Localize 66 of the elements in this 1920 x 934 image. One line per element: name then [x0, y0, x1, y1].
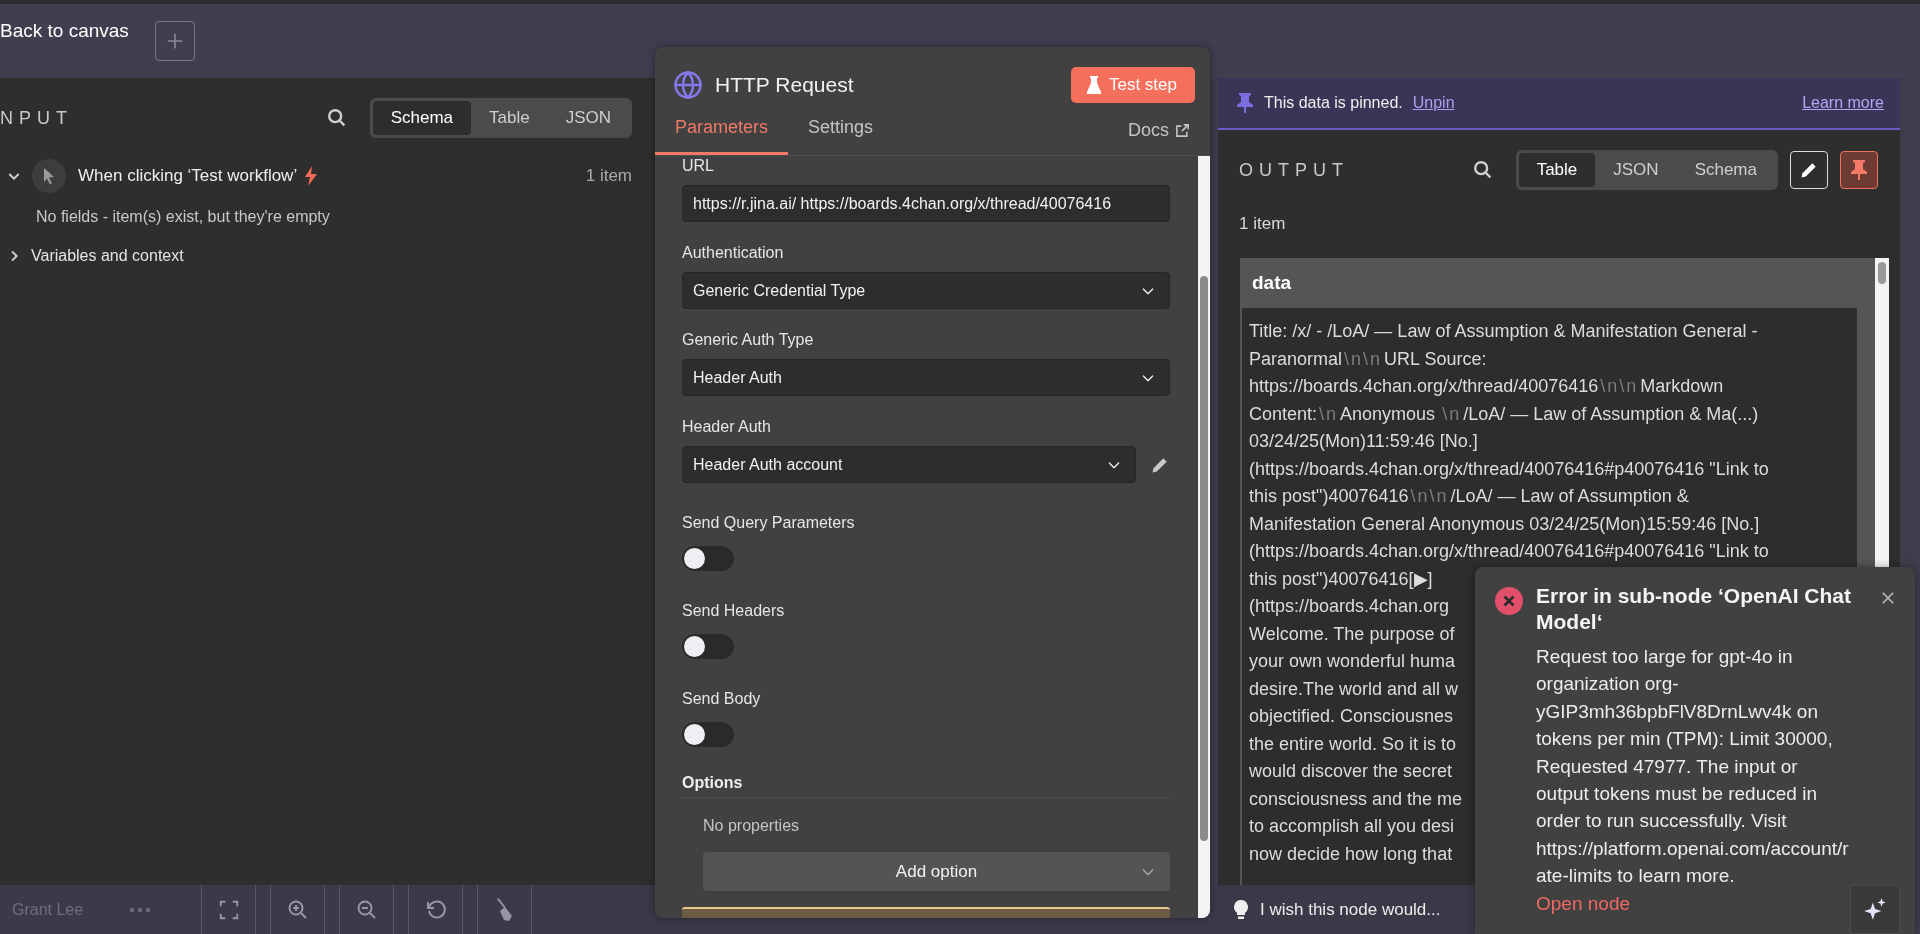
- view-tab[interactable]: Schema: [1676, 153, 1775, 187]
- node-name: When clicking ‘Test workflow’: [78, 166, 298, 186]
- url-field[interactable]: https://r.jina.ai/ https://boards.4chan.org/x/thread/40076416: [682, 185, 1170, 222]
- field-label: Header Auth: [682, 417, 772, 437]
- pin-icon: [1236, 93, 1254, 113]
- search-icon[interactable]: [1471, 159, 1494, 181]
- section-label[interactable]: Variables and context: [31, 247, 184, 265]
- open-node-link[interactable]: Open node: [1536, 889, 1631, 917]
- field-label: Generic Auth Type: [682, 330, 815, 350]
- field-label: Send Query Parameters: [682, 513, 856, 533]
- search-icon[interactable]: [325, 107, 348, 129]
- add-option-button[interactable]: Add option: [703, 852, 1170, 891]
- column-header: data: [1251, 271, 1293, 295]
- lightbulb-icon: [1234, 899, 1248, 920]
- back-link[interactable]: Back to canvas: [0, 20, 129, 42]
- panel-title: OUTPUT: [1239, 159, 1349, 181]
- docs-link[interactable]: Docs: [1128, 120, 1190, 155]
- item-count: 1 item: [585, 166, 632, 186]
- select-field[interactable]: Generic Credential Type: [682, 272, 1170, 309]
- globe-icon: [673, 70, 703, 100]
- section-label: Options: [682, 774, 1170, 798]
- toggle-switch[interactable]: [682, 546, 734, 571]
- broom-button[interactable]: [477, 885, 533, 934]
- unpin-link[interactable]: Unpin: [1412, 94, 1455, 112]
- view-tab[interactable]: Table: [471, 101, 548, 135]
- lightning-icon: [305, 166, 318, 186]
- feedback-prompt[interactable]: I wish this node would...: [1260, 899, 1441, 920]
- field-label: Authentication: [682, 243, 785, 263]
- error-title: Error in sub-node ‘OpenAI Chat Model‘: [1536, 583, 1852, 635]
- view-tab[interactable]: JSON: [547, 101, 629, 135]
- more-icon: [129, 905, 152, 914]
- empty-message: No fields - item(s) exist, but they're empty: [36, 208, 331, 226]
- reset-button[interactable]: [408, 885, 464, 934]
- field-label: URL: [682, 156, 715, 176]
- panel-title: NPUT: [0, 107, 73, 129]
- zoom-out-button[interactable]: [339, 885, 395, 934]
- select-field[interactable]: Header Auth account: [682, 446, 1136, 483]
- assistant-button[interactable]: [1850, 885, 1900, 934]
- zoom-in-button[interactable]: [270, 885, 326, 934]
- panel-tab[interactable]: Parameters: [655, 117, 789, 155]
- pin-icon: [1850, 160, 1868, 180]
- edit-button[interactable]: [1790, 151, 1828, 189]
- notice-text: This data is pinned.: [1264, 94, 1403, 112]
- close-icon[interactable]: [1879, 589, 1897, 607]
- node-title: HTTP Request: [715, 73, 854, 97]
- panel-tab[interactable]: Settings: [786, 117, 896, 155]
- external-link-icon: [1175, 123, 1190, 138]
- toggle-switch[interactable]: [682, 634, 734, 659]
- view-tab[interactable]: Schema: [372, 101, 471, 135]
- error-icon: [1495, 587, 1523, 615]
- item-count: 1 item: [1239, 213, 1287, 235]
- view-tab[interactable]: Table: [1518, 153, 1596, 187]
- learn-more-link[interactable]: Learn more: [1802, 94, 1884, 112]
- empty-message: No properties: [703, 817, 801, 835]
- flask-icon: [1086, 76, 1101, 94]
- toggle-switch[interactable]: [682, 722, 734, 747]
- scrollbar[interactable]: [1198, 156, 1210, 918]
- select-field[interactable]: Header Auth: [682, 359, 1170, 396]
- field-label: Send Headers: [682, 601, 786, 621]
- field-label: Send Body: [682, 689, 762, 709]
- cursor-icon: [32, 159, 66, 193]
- view-tab[interactable]: JSON: [1595, 153, 1677, 187]
- fullscreen-icon: [217, 898, 240, 921]
- fit-view-button[interactable]: [201, 885, 257, 934]
- pin-button[interactable]: [1840, 151, 1878, 189]
- pencil-icon: [1799, 160, 1819, 180]
